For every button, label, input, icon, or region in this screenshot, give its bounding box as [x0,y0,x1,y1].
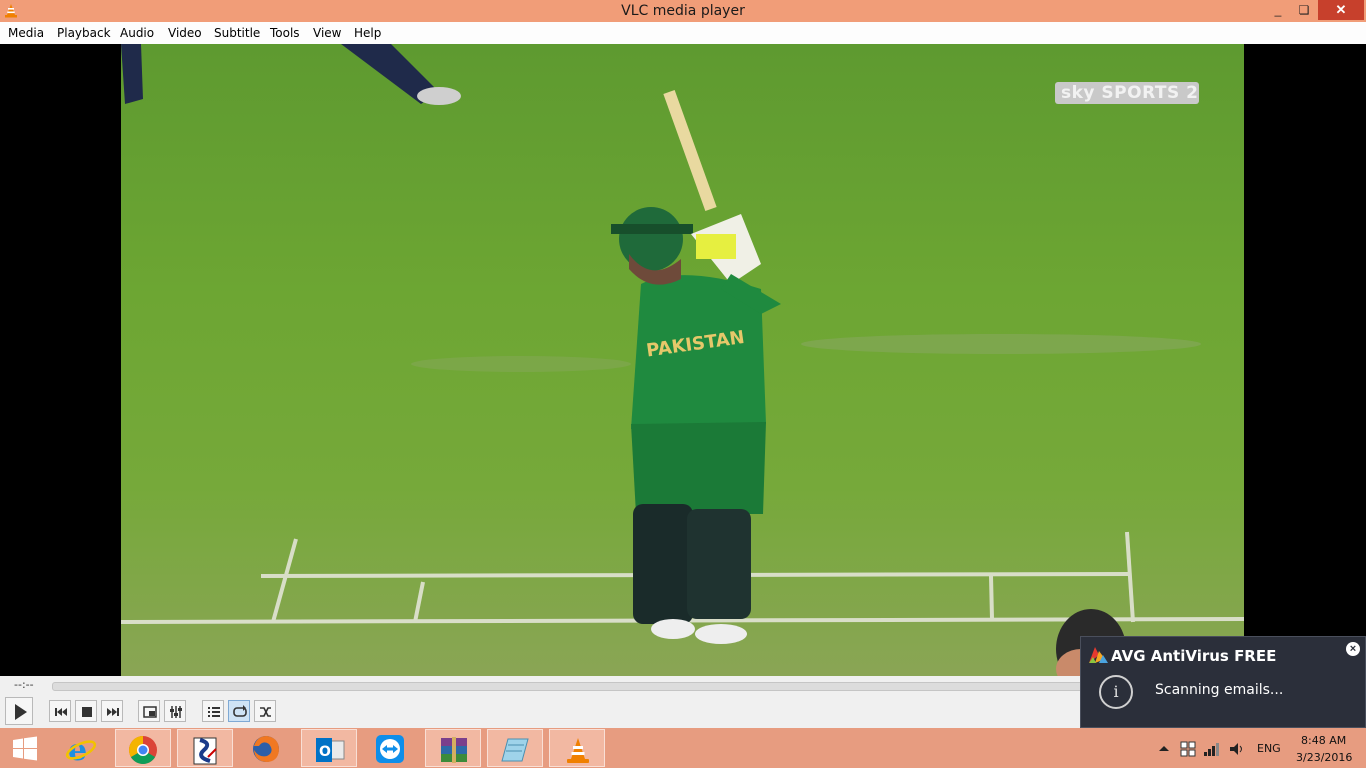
avg-notification[interactable]: × AVG AntiVirus FREE i Scanning emails..… [1080,636,1366,728]
minimize-button[interactable]: _ [1264,0,1292,20]
elapsed-time: --:-- [14,678,34,691]
stop-icon [82,707,92,717]
taskbar-winrar[interactable] [425,729,481,767]
network-icon[interactable] [1203,741,1221,757]
playlist-button[interactable] [202,700,224,722]
next-icon [107,708,119,716]
avg-logo-icon [1089,647,1108,663]
fullscreen-icon [143,706,157,718]
loop-button[interactable] [228,700,250,722]
winrar-icon [441,737,467,763]
menu-audio[interactable]: Audio [120,26,154,40]
volume-icon[interactable] [1228,741,1246,757]
taskbar-outlook[interactable]: O [301,729,357,767]
notepad-icon [501,738,529,762]
notification-message: Scanning emails... [1155,682,1284,698]
menu-bar: Media Playback Audio Video Subtitle Tool… [0,22,1366,45]
taskbar-app[interactable] [177,729,233,767]
info-icon: i [1099,675,1133,709]
random-icon [260,707,271,717]
notification-brand: AVG [1111,647,1146,665]
taskbar: e O ENG 8:48 AM 3/23/2016 [0,728,1366,768]
chrome-icon [129,736,157,764]
taskbar-vlc[interactable] [549,729,605,767]
seek-bar[interactable] [52,682,1084,691]
menu-media[interactable]: Media [8,26,44,40]
internet-explorer-icon: e [65,734,97,764]
video-area[interactable]: PAKISTAN sky SPORTS 2 [0,44,1366,676]
stop-button[interactable] [75,700,97,722]
playlist-icon [208,707,220,717]
system-tray: ENG 8:48 AM 3/23/2016 [1155,728,1366,768]
menu-tools[interactable]: Tools [270,26,300,40]
menu-playback[interactable]: Playback [57,26,111,40]
language-indicator[interactable]: ENG [1257,742,1281,755]
notification-product: AntiVirus FREE [1150,647,1277,665]
menu-help[interactable]: Help [354,26,381,40]
next-button[interactable] [101,700,123,722]
window-title: VLC media player [621,3,745,19]
close-button[interactable]: ✕ [1318,0,1364,20]
svg-text:O: O [319,744,331,760]
previous-button[interactable] [49,700,71,722]
taskbar-notepad[interactable] [487,729,543,767]
extended-settings-icon [170,706,182,718]
video-frame[interactable]: PAKISTAN sky SPORTS 2 [121,44,1244,676]
app-icon [193,737,217,765]
fullscreen-button[interactable] [138,700,160,722]
start-button[interactable] [0,729,50,767]
taskbar-firefox[interactable] [239,729,295,767]
video-scene: PAKISTAN [121,44,1244,676]
extended-settings-button[interactable] [164,700,186,722]
clock-time[interactable]: 8:48 AM [1301,734,1346,747]
clock-date[interactable]: 3/23/2016 [1296,751,1352,764]
title-bar: VLC media player _ ❏ ✕ [0,0,1366,22]
taskbar-teamviewer[interactable] [363,729,419,767]
notification-title: AVG AntiVirus FREE [1111,647,1276,665]
play-icon [15,704,27,720]
previous-icon [55,708,67,716]
outlook-icon: O [316,738,345,762]
loop-icon [233,705,247,717]
maximize-button[interactable]: ❏ [1290,0,1318,20]
menu-view[interactable]: View [313,26,341,40]
menu-video[interactable]: Video [168,26,202,40]
random-button[interactable] [254,700,276,722]
vlc-icon [567,738,589,763]
taskbar-ie[interactable]: e [53,729,109,767]
firefox-icon [253,736,279,762]
show-hidden-icons-icon[interactable] [1158,743,1170,755]
action-center-icon[interactable] [1180,741,1196,757]
channel-logo: sky SPORTS 2 [1055,82,1199,104]
play-button[interactable] [5,697,33,725]
windows-start-icon [13,736,37,761]
teamviewer-icon [376,735,404,763]
menu-subtitle[interactable]: Subtitle [214,26,260,40]
taskbar-chrome[interactable] [115,729,171,767]
notification-close-button[interactable]: × [1346,642,1360,656]
